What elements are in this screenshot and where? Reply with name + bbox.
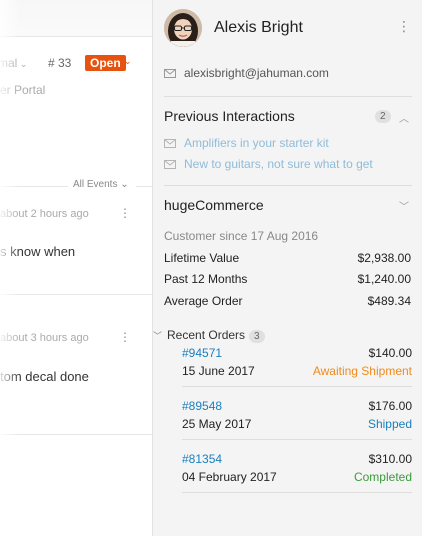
chevron-down-icon: ﹀	[153, 331, 163, 341]
interaction-subject: Amplifiers in your starter kit	[184, 136, 329, 150]
order-row: #94571 15 June 2017 $140.00 Awaiting Shi…	[182, 346, 412, 387]
previous-interactions-title[interactable]: Previous Interactions	[164, 108, 295, 124]
divider	[182, 492, 412, 493]
order-row: #89548 25 May 2017 $176.00 Shipped	[182, 399, 412, 440]
divider	[164, 185, 412, 186]
envelope-icon	[164, 69, 176, 79]
chevron-down-icon[interactable]: ﹀	[399, 198, 409, 213]
event-timestamp: about 3 hours ago	[0, 332, 89, 344]
recent-orders-label: Recent Orders	[167, 328, 246, 342]
order-id-link[interactable]: #81354	[182, 452, 222, 466]
envelope-icon	[164, 160, 176, 170]
order-amount: $310.00	[368, 452, 412, 466]
chevron-down-icon: ⌄	[117, 179, 129, 190]
envelope-icon	[164, 139, 176, 149]
divider	[164, 96, 412, 97]
divider	[0, 186, 68, 187]
interaction-item[interactable]: New to guitars, not sure what to get	[164, 157, 373, 171]
commerce-title[interactable]: hugeCommerce	[164, 197, 264, 213]
customer-email-row[interactable]: alexisbright@jahuman.com	[164, 66, 329, 80]
customer-since: Customer since 17 Aug 2016	[164, 229, 319, 243]
avatar[interactable]	[164, 9, 202, 47]
all-events-filter[interactable]: All Events ⌄	[73, 179, 129, 190]
order-amount: $140.00	[368, 346, 412, 360]
chevron-up-icon[interactable]: ︿	[399, 110, 409, 125]
order-status: Shipped	[367, 417, 412, 431]
ticket-number: # 33	[48, 56, 72, 70]
conversation-pane: mal ⌄ # 33 Open ⌄ er Portal All Events ⌄…	[0, 0, 152, 536]
customer-sidebar: Alexis Bright ⋮ alexisbright@jahuman.com…	[152, 0, 422, 536]
chevron-down-icon: ⌄	[17, 59, 28, 69]
divider	[136, 186, 152, 187]
stat-value-past-12-months: $1,240.00	[357, 272, 411, 286]
divider	[0, 434, 152, 435]
interactions-count-badge: 2	[375, 110, 391, 123]
kebab-menu-icon[interactable]: ⋮	[119, 206, 131, 220]
stat-value-lifetime-value: $2,938.00	[357, 251, 411, 265]
divider	[182, 439, 412, 440]
recent-orders-count-badge: 3	[249, 330, 265, 343]
order-id-link[interactable]: #94571	[182, 346, 222, 360]
order-status: Completed	[353, 470, 412, 484]
status-badge[interactable]: Open	[85, 55, 126, 71]
chevron-down-icon[interactable]: ⌄	[124, 56, 132, 67]
avatar-image	[164, 9, 202, 47]
interaction-subject: New to guitars, not sure what to get	[184, 157, 373, 171]
stat-label-past-12-months: Past 12 Months	[164, 272, 248, 286]
order-status: Awaiting Shipment	[312, 364, 412, 378]
priority-select[interactable]: mal ⌄	[0, 56, 27, 70]
fade-overlay	[0, 0, 20, 536]
divider	[182, 386, 412, 387]
event-message: s know when	[0, 244, 76, 259]
order-date: 04 February 2017	[182, 470, 277, 484]
stat-label-average-order: Average Order	[164, 294, 243, 308]
kebab-menu-icon[interactable]: ⋮	[119, 330, 131, 344]
order-id-link[interactable]: #89548	[182, 399, 222, 413]
divider	[0, 294, 152, 295]
event-timestamp: about 2 hours ago	[0, 208, 89, 220]
interaction-item[interactable]: Amplifiers in your starter kit	[164, 136, 329, 150]
order-amount: $176.00	[368, 399, 412, 413]
priority-select-value: mal	[0, 56, 18, 70]
recent-orders-toggle[interactable]: ﹀ Recent Orders 3	[153, 328, 265, 343]
ticket-subject: er Portal	[0, 83, 46, 97]
all-events-label: All Events	[73, 179, 118, 190]
kebab-menu-icon[interactable]: ⋮	[397, 19, 411, 33]
stat-value-average-order: $489.34	[367, 294, 411, 308]
event-message: tom decal done	[0, 369, 89, 384]
order-row: #81354 04 February 2017 $310.00 Complete…	[182, 452, 412, 493]
stat-label-lifetime-value: Lifetime Value	[164, 251, 240, 265]
conversation-toolbar	[0, 0, 152, 37]
customer-email: alexisbright@jahuman.com	[184, 66, 329, 80]
customer-name: Alexis Bright	[214, 19, 303, 36]
order-date: 15 June 2017	[182, 364, 255, 378]
order-date: 25 May 2017	[182, 417, 252, 431]
